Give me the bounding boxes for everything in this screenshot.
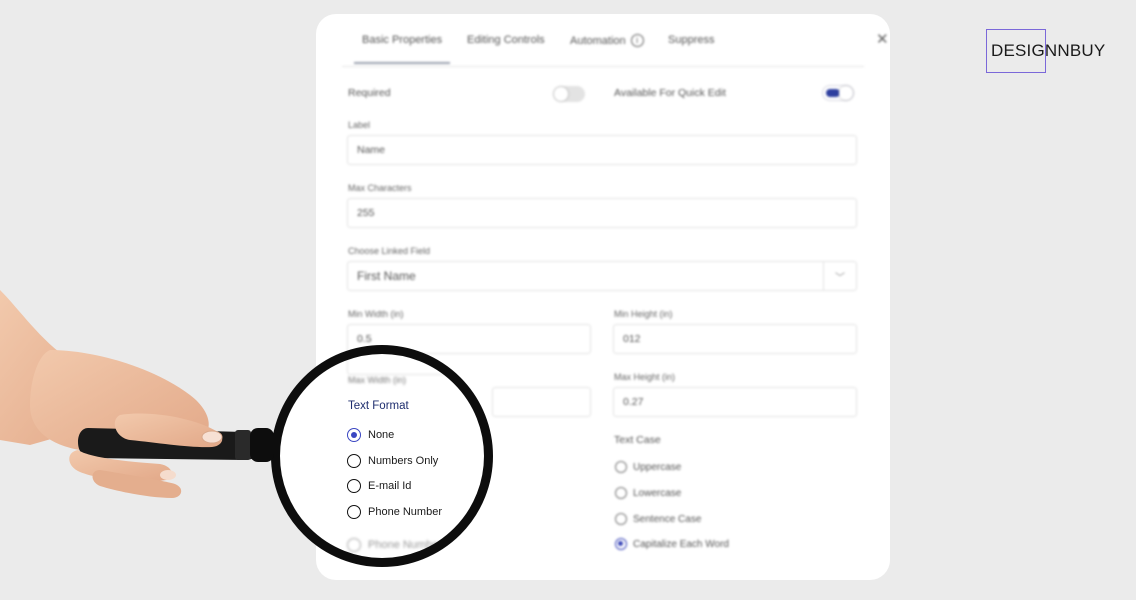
option-label: Phone Number [368, 539, 442, 551]
text-format-option-blurred[interactable]: Phone Number [347, 538, 442, 552]
required-label: Required [348, 87, 391, 99]
option-label: Lowercase [633, 487, 682, 499]
linked-field-select[interactable]: First Name ﹀ [347, 261, 857, 291]
min-width-value: 0.5 [357, 333, 372, 345]
label-field-label: Label [348, 120, 371, 130]
thumbnail-shape [201, 430, 223, 444]
option-label: Capitalize Each Word [633, 538, 729, 550]
text-format-option-numbers-only[interactable]: Numbers Only [347, 454, 438, 468]
text-format-option-none[interactable]: None [347, 428, 394, 442]
text-case-option-capitalize[interactable]: Capitalize Each Word [615, 538, 729, 550]
option-label: Uppercase [633, 461, 682, 473]
radio-button[interactable] [615, 487, 627, 499]
radio-button[interactable] [347, 505, 361, 519]
label-input[interactable]: Name [347, 135, 857, 165]
linked-field-value: First Name [357, 269, 416, 283]
text-format-option-phone-number[interactable]: Phone Number [347, 505, 442, 519]
toggle-knob [554, 87, 568, 101]
hand-holding-magnifier-illustration [0, 290, 274, 498]
max-width-label: Max Width (in) [348, 375, 407, 385]
tab-bar: Basic Properties Editing Controls Automa… [342, 14, 889, 67]
chevron-down-icon[interactable]: ﹀ [823, 262, 856, 290]
max-height-input[interactable]: 0.27 [613, 387, 857, 417]
tab-label: Editing Controls [467, 34, 545, 46]
toggle-bar [826, 89, 840, 97]
radio-button[interactable] [615, 461, 627, 473]
option-label: Numbers Only [368, 455, 439, 467]
linked-field-label: Choose Linked Field [348, 246, 431, 256]
tab-automation[interactable]: Automation i [570, 34, 644, 47]
magnifier-lens: Max Width (in) Text Format None Numbers … [271, 345, 493, 567]
max-characters-label: Max Characters [348, 183, 412, 193]
magnifier-neck [250, 428, 274, 462]
option-label: Sentence Case [633, 513, 702, 525]
tab-label: Suppress [668, 34, 715, 46]
quick-edit-label: Available For Quick Edit [614, 87, 726, 99]
brand-text: DESIGNNBUY [991, 41, 1106, 60]
max-height-label: Max Height (in) [614, 372, 676, 382]
fingernail-shape [160, 470, 176, 480]
field-edge [347, 387, 484, 388]
text-case-option-sentence-case[interactable]: Sentence Case [615, 513, 701, 525]
min-height-input[interactable]: 012 [613, 324, 857, 354]
option-label: E-mail Id [368, 480, 412, 492]
toggle-knob [839, 86, 853, 100]
tab-editing-controls[interactable]: Editing Controls [467, 34, 545, 46]
magnifier-collar [235, 430, 251, 460]
max-width-input[interactable] [492, 387, 591, 417]
min-height-label: Min Height (in) [614, 309, 673, 319]
radio-button[interactable] [347, 479, 361, 493]
option-label: Phone Number [368, 506, 442, 518]
text-format-label: Text Format [348, 400, 409, 412]
brand-logo: DESIGNNBUY [986, 29, 1106, 73]
radio-button-selected[interactable] [615, 538, 627, 550]
text-case-option-lowercase[interactable]: Lowercase [615, 487, 681, 499]
info-icon[interactable]: i [630, 34, 644, 47]
label-input-value: Name [357, 144, 386, 156]
text-case-label: Text Case [614, 434, 661, 446]
radio-button[interactable] [347, 538, 361, 552]
radio-button[interactable] [347, 454, 361, 468]
close-icon[interactable]: ✕ [876, 30, 889, 48]
required-toggle[interactable] [553, 86, 585, 102]
max-characters-input[interactable]: 255 [347, 198, 857, 228]
text-format-option-email[interactable]: E-mail Id [347, 479, 411, 493]
max-height-value: 0.27 [623, 396, 644, 408]
tab-suppress[interactable]: Suppress [668, 34, 714, 46]
min-height-value: 012 [623, 333, 641, 345]
min-width-label: Min Width (in) [348, 309, 404, 319]
tab-basic-properties[interactable]: Basic Properties [353, 34, 451, 64]
max-characters-value: 255 [357, 207, 375, 219]
radio-button[interactable] [615, 513, 627, 525]
text-case-option-uppercase[interactable]: Uppercase [615, 461, 681, 473]
option-label: None [368, 429, 395, 441]
tab-label: Automation [570, 34, 626, 47]
quick-edit-toggle[interactable] [822, 85, 854, 101]
radio-button-selected[interactable] [347, 428, 361, 442]
tab-label: Basic Properties [362, 34, 443, 46]
